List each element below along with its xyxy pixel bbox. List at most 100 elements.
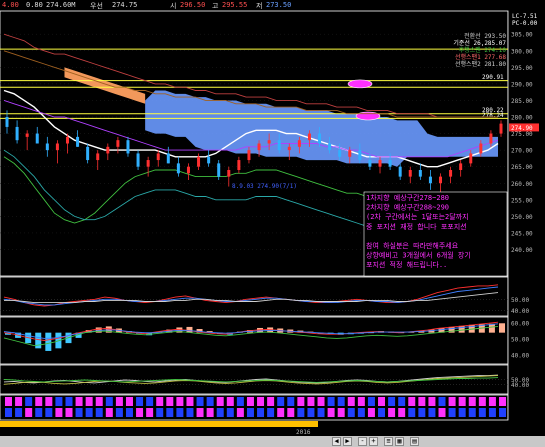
signal-bar-bottom <box>206 408 214 417</box>
signal-bar-bottom <box>468 408 476 417</box>
y-tick-label: 295.00 <box>511 65 533 72</box>
legend-entry: 후행스팬 274.10 <box>459 46 507 54</box>
zoom-out-button[interactable]: - <box>358 437 367 446</box>
signal-bar-top <box>287 397 295 406</box>
histogram-bar <box>499 323 505 333</box>
signal-bar-top <box>438 397 446 406</box>
signal-bar-top <box>115 397 123 406</box>
signal-bar-bottom <box>35 408 43 417</box>
signal-bar-top <box>65 397 73 406</box>
y-tick-label: 265.00 <box>511 164 533 171</box>
annotation-text: 포지션 적정 해드립니다.. <box>366 260 447 269</box>
candle-body <box>479 143 483 154</box>
candle-body <box>126 140 130 154</box>
candle-body <box>146 160 150 167</box>
signal-bar-top <box>95 397 103 406</box>
x-axis-label: 2016 <box>296 429 311 436</box>
signal-bar-bottom <box>125 408 133 417</box>
price-chart[interactable]: 305.00 300.00 295.00 290.00 285.00 280.00 275.… <box>0 0 545 436</box>
candle-body <box>469 153 473 164</box>
candle-body <box>247 150 251 161</box>
candle-body <box>96 153 100 161</box>
candle-body <box>76 136 80 147</box>
candle-body <box>499 123 503 134</box>
candle-body <box>368 160 372 167</box>
candle-body <box>297 140 301 147</box>
signal-bar-top <box>378 397 386 406</box>
candle-body <box>408 170 412 177</box>
annotation-text: 상향예비고 3개월에서 6개월 장기 <box>366 251 471 260</box>
signal-bar-top <box>488 397 496 406</box>
legend-title: LC-7.51 <box>512 13 538 20</box>
candle-body <box>227 170 231 177</box>
target-zone-marker <box>355 111 381 121</box>
signal-bar-bottom <box>378 408 386 417</box>
candle-body <box>217 163 221 177</box>
candle-body <box>116 140 120 147</box>
y-tick-label: 270.00 <box>511 148 533 155</box>
level-label: 278.24 <box>482 112 504 119</box>
scroll-left-button[interactable]: ◀ <box>332 437 341 446</box>
signal-bar-bottom <box>216 408 224 417</box>
candle-body <box>418 170 422 177</box>
signal-bar-bottom <box>166 408 174 417</box>
signal-bar-top <box>55 397 63 406</box>
signal-bar-bottom <box>226 408 234 417</box>
signal-bar-top <box>206 397 214 406</box>
signal-bar-top <box>317 397 325 406</box>
candle-body <box>136 153 140 167</box>
candle-body <box>5 117 9 127</box>
signal-bar-top <box>246 397 254 406</box>
y-tick-label: 50.00 <box>511 337 529 344</box>
signal-bar-top <box>35 397 43 406</box>
panel-frame <box>0 276 509 317</box>
candle-body <box>45 143 49 151</box>
candle-body <box>318 133 322 144</box>
tool-button-3[interactable]: ▤ <box>410 437 419 446</box>
tool-button-1[interactable]: ≡ <box>384 437 393 446</box>
zoom-in-button[interactable]: + <box>369 437 378 446</box>
signal-bar-top <box>267 397 275 406</box>
signal-bar-bottom <box>478 408 486 417</box>
signal-bar-bottom <box>95 408 103 417</box>
annotation-text: 1차지향 예상구간278~280 <box>366 193 449 202</box>
signal-bar-bottom <box>85 408 93 417</box>
signal-bar-bottom <box>196 408 204 417</box>
signal-bar-top <box>398 397 406 406</box>
y-tick-label: 50.00 <box>511 297 529 304</box>
signal-bar-bottom <box>55 408 63 417</box>
signal-bar-bottom <box>246 408 254 417</box>
signal-bar-top <box>216 397 224 406</box>
candle-body <box>15 126 19 141</box>
signal-bar-bottom <box>488 408 496 417</box>
scroll-right-button[interactable]: ▶ <box>343 437 352 446</box>
signal-bar-top <box>156 397 164 406</box>
signal-bar-bottom <box>438 408 446 417</box>
annotation-text: 중 포지션 재정 합니다 포포지션 <box>366 222 467 231</box>
signal-bar-top <box>257 397 265 406</box>
candle-body <box>55 143 59 151</box>
candle-body <box>176 163 180 174</box>
legend-entry: 전환선 293.50 <box>464 32 506 40</box>
signal-bar-bottom <box>499 408 506 417</box>
signal-bar-top <box>327 397 335 406</box>
signal-bar-bottom <box>176 408 184 417</box>
chart-window: 4.00 0.80 274.60M 우선 274.75 시 296.50 고 295.55 저 27… <box>0 0 545 447</box>
tool-button-2[interactable]: ▦ <box>395 437 404 446</box>
signal-bar-top <box>418 397 426 406</box>
signal-bar-top <box>367 397 375 406</box>
y-tick-label: 255.00 <box>511 197 533 204</box>
signal-bar-bottom <box>156 408 164 417</box>
signal-bar-top <box>408 397 416 406</box>
scroll-bar[interactable]: ◀ ▶ - + ≡ ▦ ▤ <box>0 436 545 447</box>
signal-bar-bottom <box>327 408 335 417</box>
candle-body <box>459 163 463 170</box>
candle-body <box>449 170 453 177</box>
signal-bar-bottom <box>236 408 244 417</box>
y-tick-label: 280.00 <box>511 115 533 122</box>
panel-frame <box>0 316 509 365</box>
annotation-text: (2차 구간에서는 1달또는2달까지 <box>366 212 469 221</box>
candle-body <box>328 143 332 151</box>
y-tick-label: 285.00 <box>511 98 533 105</box>
signal-bar-top <box>499 397 506 406</box>
